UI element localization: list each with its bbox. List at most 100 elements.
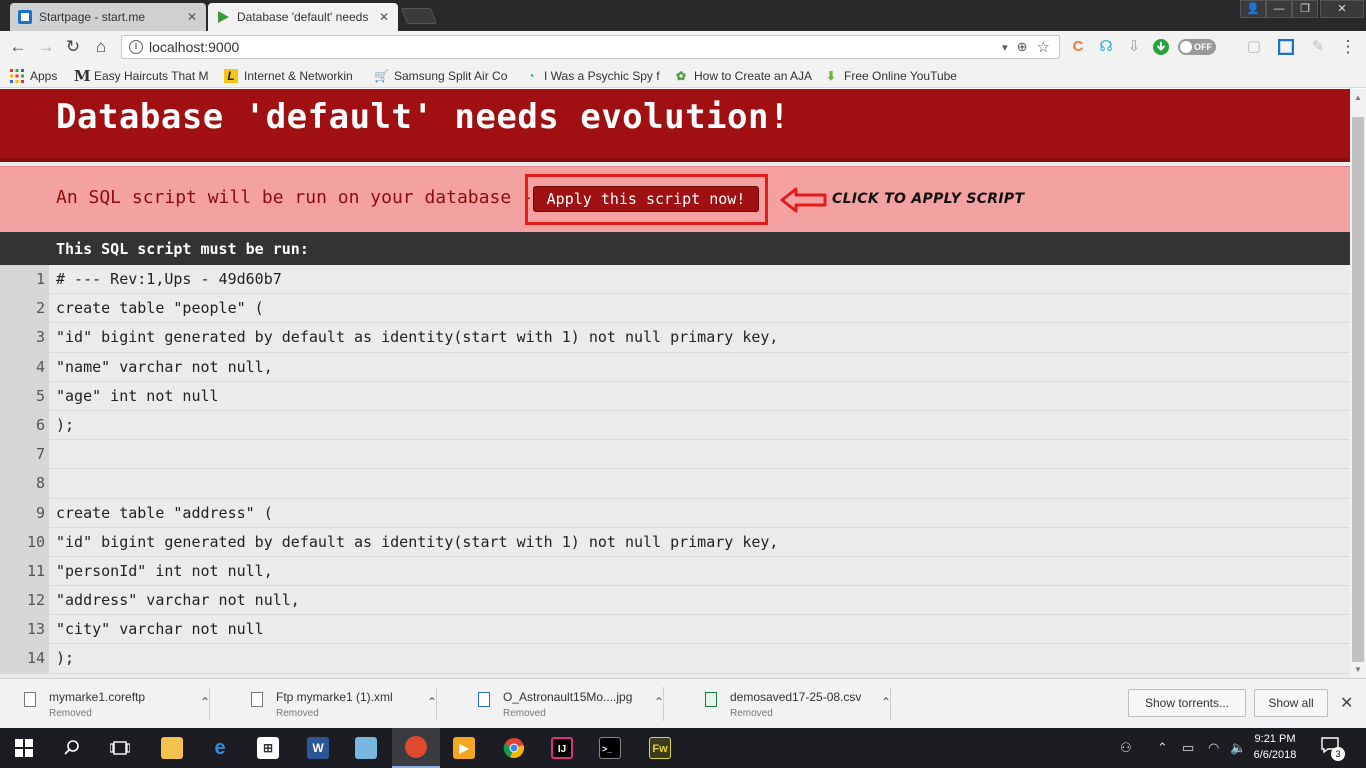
- url-text[interactable]: localhost:9000: [149, 39, 1002, 55]
- show-all-button[interactable]: Show all: [1254, 689, 1328, 717]
- bookmark-ajax[interactable]: ✿ How to Create an AJA: [674, 67, 812, 84]
- line-number: 12: [0, 586, 49, 615]
- line-number: 1: [0, 265, 49, 294]
- download-tray-icon[interactable]: ⇩: [1124, 37, 1144, 57]
- chevron-up-icon[interactable]: ⌃: [427, 695, 437, 709]
- chrome-icon[interactable]: [490, 728, 538, 768]
- line-text: create table "address" (: [56, 503, 273, 522]
- show-torrents-button[interactable]: Show torrents...: [1128, 689, 1246, 717]
- user-icon[interactable]: 👤: [1240, 0, 1266, 18]
- close-window-button[interactable]: ✕: [1320, 0, 1364, 18]
- code-line: 4 "name" varchar not null,: [0, 352, 1350, 382]
- home-button[interactable]: ⌂: [90, 37, 112, 57]
- script-header: This SQL script must be run:: [0, 232, 1350, 265]
- clock-date: 6/6/2018: [1253, 749, 1297, 761]
- vertical-scrollbar[interactable]: ▲ ▼: [1350, 89, 1366, 678]
- chevron-up-icon[interactable]: ⌃: [1157, 740, 1168, 756]
- scroll-up-icon[interactable]: ▲: [1354, 93, 1362, 102]
- download-status: Removed: [49, 708, 92, 719]
- dropdown-icon[interactable]: ▾: [1002, 41, 1008, 54]
- download-filename: mymarke1.coreftp: [49, 690, 146, 704]
- download-item[interactable]: demosaved17-25-08.csv Removed ⌃: [681, 687, 891, 721]
- line-text: "personId" int not null,: [56, 561, 273, 580]
- chevron-up-icon[interactable]: ⌃: [654, 695, 664, 709]
- tab-database-evolution[interactable]: Database 'default' needs ✕: [208, 3, 398, 31]
- bookmark-internet-networking[interactable]: L Internet & Networkin: [224, 67, 364, 84]
- people-icon[interactable]: ⚇: [1120, 740, 1132, 756]
- wifi-icon[interactable]: ◠: [1208, 740, 1219, 756]
- reload-button[interactable]: ↻: [62, 37, 84, 57]
- search-icon[interactable]: [48, 728, 96, 768]
- download-filename: demosaved17-25-08.csv: [730, 690, 862, 704]
- notepad-icon[interactable]: [342, 728, 390, 768]
- line-number: 4: [0, 352, 49, 381]
- tab-close-icon[interactable]: ✕: [378, 10, 390, 24]
- line-number: 5: [0, 381, 49, 410]
- page-viewport: Database 'default' needs evolution! An S…: [0, 89, 1350, 678]
- line-number: 3: [0, 323, 49, 352]
- menu-icon[interactable]: ⋮: [1338, 37, 1358, 57]
- line-text: );: [56, 415, 75, 434]
- code-line: 5 "age" int not null: [0, 381, 1350, 411]
- bookmark-free-youtube[interactable]: ⬇ Free Online YouTube: [824, 67, 964, 84]
- notifications-icon[interactable]: 3: [1320, 736, 1346, 761]
- line-number: 7: [0, 440, 49, 469]
- pencil-icon[interactable]: ✎: [1308, 37, 1328, 57]
- word-icon[interactable]: W: [294, 728, 342, 768]
- minimize-button[interactable]: —: [1266, 0, 1292, 18]
- media-player-icon[interactable]: ▶: [440, 728, 488, 768]
- battery-icon[interactable]: ▭: [1182, 740, 1194, 756]
- bookmark-samsung[interactable]: 🛒 Samsung Split Air Co: [374, 67, 512, 84]
- fireworks-icon[interactable]: Fw: [636, 728, 684, 768]
- extension-blue-square-icon[interactable]: [1276, 37, 1296, 57]
- callout-annotation: CLICK TO APPLY SCRIPT: [832, 191, 1025, 207]
- sql-script: 1 # --- Rev:1,Ups - 49d60b7 2 create table …: [0, 265, 1350, 674]
- code-line: 2 create table "people" (: [0, 294, 1350, 324]
- bookmark-star-icon[interactable]: ☆: [1037, 38, 1050, 56]
- off-toggle[interactable]: OFF: [1178, 37, 1218, 57]
- chevron-up-icon[interactable]: ⌃: [200, 695, 210, 709]
- intellij-icon[interactable]: IJ: [538, 728, 586, 768]
- tab-startpage[interactable]: Startpage - start.me ✕: [10, 3, 206, 31]
- windows-start-icon[interactable]: [0, 728, 48, 768]
- bookmark-apps[interactable]: Apps: [10, 67, 70, 84]
- download-item[interactable]: O_Astronault15Mo....jpg Removed ⌃: [454, 687, 664, 721]
- close-shelf-icon[interactable]: ✕: [1340, 693, 1353, 713]
- back-button[interactable]: ←: [7, 37, 29, 57]
- code-line: 8: [0, 469, 1350, 499]
- bookmark-easy-haircuts[interactable]: M Easy Haircuts That M: [74, 67, 212, 84]
- forward-button[interactable]: →: [35, 37, 57, 57]
- green-download-icon[interactable]: [1151, 37, 1171, 57]
- browser-active-icon[interactable]: [392, 728, 440, 768]
- extension-c-icon[interactable]: C: [1068, 37, 1088, 57]
- address-bar[interactable]: i localhost:9000 ▾ ⊕ ☆: [121, 35, 1060, 59]
- chevron-up-icon[interactable]: ⌃: [881, 695, 891, 709]
- file-explorer-icon[interactable]: [148, 728, 196, 768]
- task-view-icon[interactable]: [96, 728, 144, 768]
- new-tab-button[interactable]: [401, 8, 437, 24]
- notice-message: An SQL script will be run on your databa…: [56, 187, 533, 208]
- line-text: "address" varchar not null,: [56, 591, 300, 610]
- cmd-icon[interactable]: >_: [586, 728, 634, 768]
- line-number: 6: [0, 410, 49, 440]
- extension-box-icon[interactable]: ▢: [1244, 37, 1264, 57]
- restore-button[interactable]: ❐: [1292, 0, 1318, 18]
- line-number: 2: [0, 294, 49, 323]
- download-status: Removed: [730, 708, 773, 719]
- download-item[interactable]: mymarke1.coreftp Removed ⌃: [0, 687, 210, 721]
- apply-script-button[interactable]: Apply this script now!: [533, 186, 759, 212]
- info-icon[interactable]: i: [129, 40, 143, 54]
- scroll-down-icon[interactable]: ▼: [1354, 665, 1362, 674]
- store-icon[interactable]: ⊞: [244, 728, 292, 768]
- scrollbar-thumb[interactable]: [1352, 117, 1364, 662]
- tab-close-icon[interactable]: ✕: [186, 10, 198, 24]
- bookmark-psychic-spy[interactable]: ◔ I Was a Psychic Spy f: [524, 67, 662, 84]
- download-item[interactable]: Ftp mymarke1 (1).xml Removed ⌃: [227, 687, 437, 721]
- system-clock[interactable]: 9:21 PM 6/6/2018: [1240, 731, 1310, 763]
- tab-strip: Startpage - start.me ✕ Database 'default…: [0, 0, 1366, 31]
- line-text: "id" bigint generated by default as iden…: [56, 532, 779, 551]
- bookmark-label: How to Create an AJA: [694, 68, 812, 83]
- edge-icon[interactable]: e: [196, 728, 244, 768]
- headphones-icon[interactable]: ☊: [1096, 37, 1116, 57]
- zoom-icon[interactable]: ⊕: [1017, 39, 1028, 55]
